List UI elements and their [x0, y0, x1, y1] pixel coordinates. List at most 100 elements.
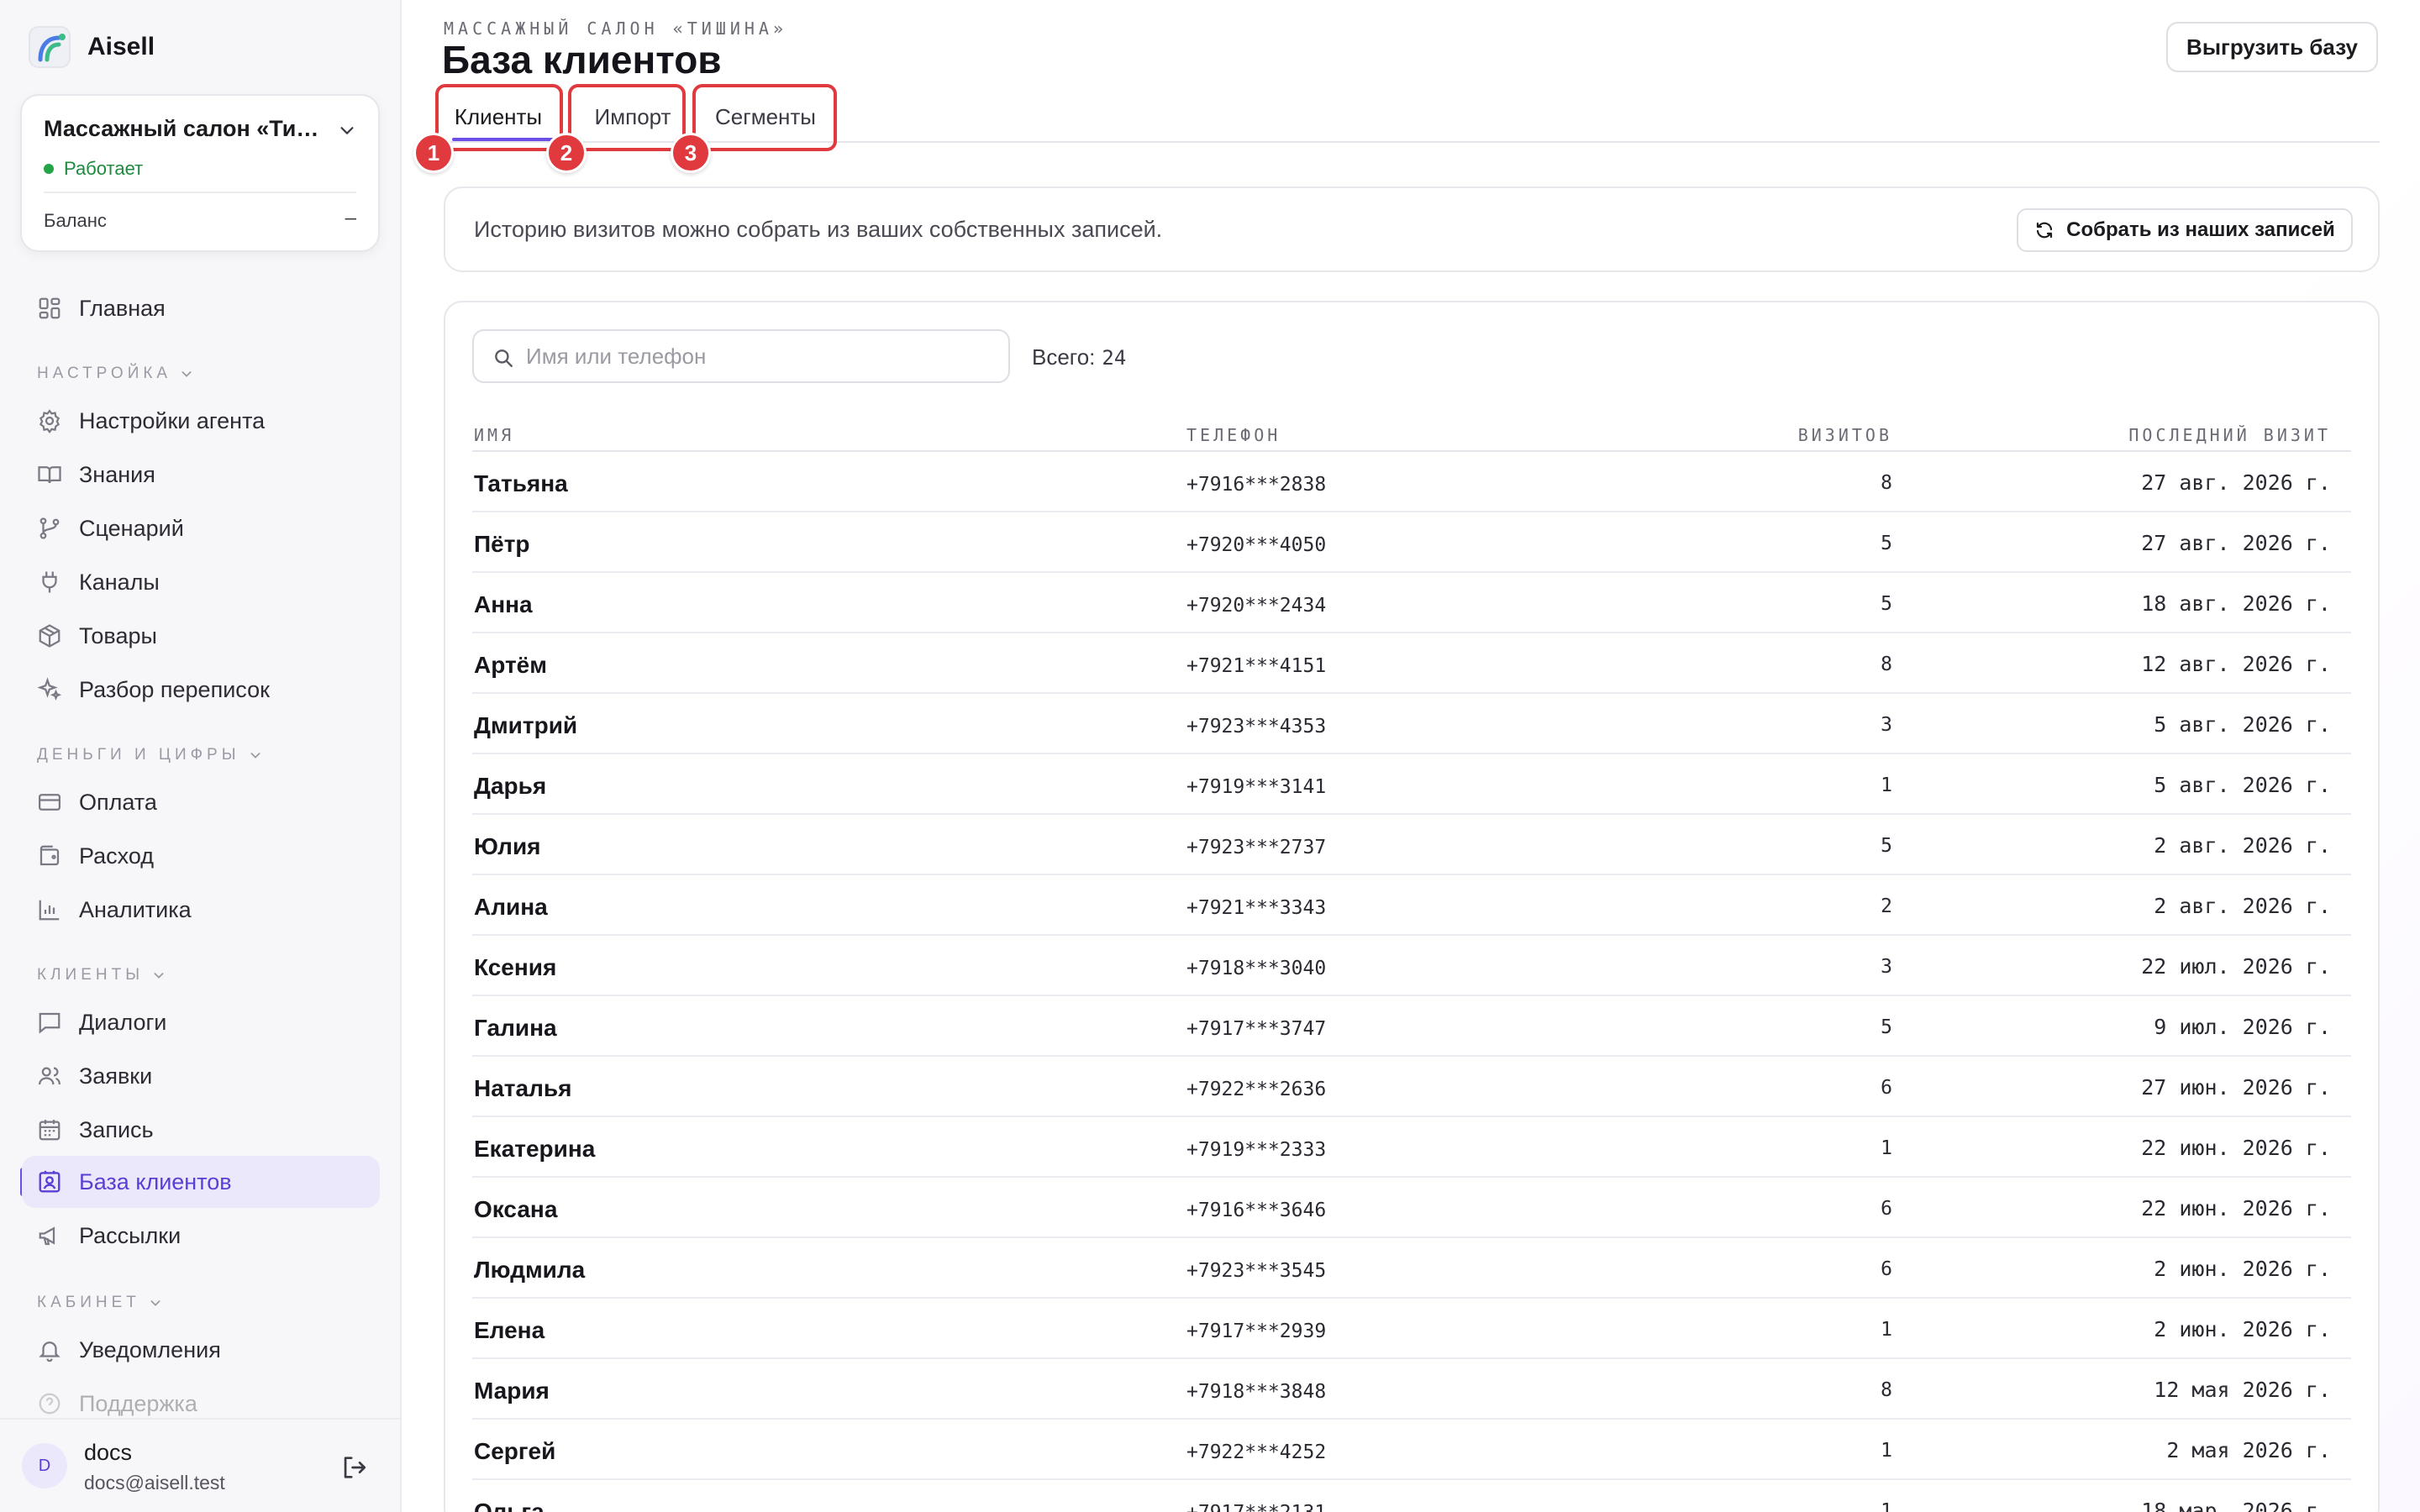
nav-section-money[interactable]: ДЕНЬГИ И ЦИФРЫ — [37, 746, 262, 764]
client-name: Елена — [474, 1317, 545, 1343]
table-row[interactable]: Анна +7920***2434 5 18 авг. 2026 г. — [472, 573, 2351, 633]
search-field[interactable] — [472, 329, 1010, 383]
client-last-visit: 27 авг. 2026 г. — [2141, 531, 2331, 555]
logout-icon[interactable] — [339, 1453, 368, 1482]
search-input[interactable] — [526, 343, 997, 370]
step-badge: 1 — [413, 133, 454, 173]
client-phone: +7919***3141 — [1186, 776, 1327, 798]
table-row[interactable]: Оксана +7916***3646 6 22 июн. 2026 г. — [472, 1178, 2351, 1238]
table-row[interactable]: Пётр +7920***4050 5 27 авг. 2026 г. — [472, 512, 2351, 573]
divider — [44, 192, 356, 193]
client-last-visit: 5 авг. 2026 г. — [2154, 712, 2331, 737]
book-open-icon — [38, 466, 61, 484]
client-phone: +7918***3040 — [1186, 958, 1327, 979]
sidebar-item-products[interactable]: Товары — [22, 610, 380, 662]
table-row[interactable]: Екатерина +7919***2333 1 22 июн. 2026 г. — [472, 1117, 2351, 1178]
users-icon — [39, 1067, 60, 1085]
clients-table-card: Всего: 24 ИМЯ ТЕЛЕФОН ВИЗИТОВ ПОСЛЕДНИЙ … — [444, 301, 2380, 1512]
wallet-icon — [39, 845, 60, 866]
client-name: Юлия — [474, 833, 541, 859]
contact-card-icon — [39, 1170, 60, 1193]
client-name: Сергей — [474, 1438, 556, 1464]
table-row[interactable]: Галина +7917***3747 5 9 июл. 2026 г. — [472, 996, 2351, 1057]
tab-highlight-marker — [568, 84, 686, 151]
table-row[interactable]: Ольга +7917***2131 1 18 мар. 2026 г. — [472, 1480, 2351, 1512]
table-row[interactable]: Юлия +7923***2737 5 2 авг. 2026 г. — [472, 815, 2351, 875]
brand[interactable]: Aisell — [29, 25, 155, 69]
nav-section-cabinet[interactable]: КАБИНЕТ — [37, 1294, 162, 1312]
client-name: Татьяна — [474, 470, 568, 496]
table-row[interactable]: Дмитрий +7923***4353 3 5 авг. 2026 г. — [472, 694, 2351, 754]
sidebar-item-requests[interactable]: Заявки — [22, 1050, 380, 1102]
client-phone: +7917***2131 — [1186, 1502, 1326, 1512]
client-last-visit: 2 авг. 2026 г. — [2154, 833, 2331, 858]
client-phone: +7921***3343 — [1186, 897, 1327, 919]
org-name: Массажный салон «Тишина» — [44, 116, 329, 141]
sidebar-item-agent-settings[interactable]: Настройки агента — [22, 395, 380, 447]
balance-label: Баланс — [44, 210, 107, 231]
table-row[interactable]: Сергей +7922***4252 1 2 мая 2026 г. — [472, 1420, 2351, 1480]
table-row[interactable]: Людмила +7923***3545 6 2 июн. 2026 г. — [472, 1238, 2351, 1299]
client-name: Алина — [474, 894, 548, 920]
client-name: Галина — [474, 1015, 557, 1041]
client-visits: 2 — [1881, 895, 1892, 917]
avatar[interactable]: D — [22, 1443, 67, 1488]
client-phone: +7918***3848 — [1186, 1381, 1327, 1403]
sidebar-item-home[interactable]: Главная — [22, 282, 380, 334]
nav-section-settings[interactable]: НАСТРОЙКА — [37, 365, 193, 383]
column-header-name[interactable]: ИМЯ — [474, 425, 514, 445]
sidebar-item-analytics[interactable]: Аналитика — [22, 884, 380, 936]
sidebar-item-scenario[interactable]: Сценарий — [22, 502, 380, 554]
client-name: Анна — [474, 591, 533, 617]
brand-logo-icon — [29, 26, 71, 68]
export-base-button[interactable]: Выгрузить базу — [2166, 22, 2378, 72]
table-row[interactable]: Артём +7921***4151 8 12 авг. 2026 г. — [472, 633, 2351, 694]
client-phone: +7922***2636 — [1186, 1079, 1327, 1100]
sidebar-item-booking[interactable]: Запись — [22, 1104, 380, 1156]
client-name: Екатерина — [474, 1136, 596, 1162]
client-last-visit: 22 июн. 2026 г. — [2141, 1136, 2331, 1160]
column-header-last-visit[interactable]: ПОСЛЕДНИЙ ВИЗИТ — [2128, 425, 2331, 445]
search-icon — [495, 349, 513, 367]
collect-records-button[interactable]: Собрать из наших записей — [2017, 208, 2353, 252]
visit-history-banner: Историю визитов можно собрать из ваших с… — [444, 186, 2380, 272]
client-visits: 6 — [1881, 1258, 1892, 1280]
nav-section-label: НАСТРОЙКА — [37, 365, 172, 382]
sidebar-item-label: Знания — [79, 461, 155, 487]
client-visits: 6 — [1881, 1198, 1892, 1220]
sidebar-item-payment[interactable]: Оплата — [22, 776, 380, 828]
nav-section-clients[interactable]: КЛИЕНТЫ — [37, 966, 166, 984]
client-phone: +7919***2333 — [1186, 1139, 1327, 1161]
sidebar-item-client-base[interactable]: База клиентов — [22, 1156, 380, 1208]
step-badge: 3 — [671, 133, 711, 173]
column-header-phone[interactable]: ТЕЛЕФОН — [1186, 425, 1281, 445]
client-last-visit: 2 июн. 2026 г. — [2154, 1257, 2331, 1281]
sidebar-item-mailings[interactable]: Рассылки — [22, 1210, 380, 1262]
sidebar-item-knowledge[interactable]: Знания — [22, 449, 380, 501]
client-last-visit: 27 июн. 2026 г. — [2141, 1075, 2331, 1100]
plug-icon — [42, 571, 57, 593]
sidebar-item-label: Заявки — [79, 1063, 153, 1089]
step-badge: 2 — [546, 133, 587, 173]
table-header: ИМЯ ТЕЛЕФОН ВИЗИТОВ ПОСЛЕДНИЙ ВИЗИТ — [472, 422, 2351, 452]
client-last-visit: 9 июл. 2026 г. — [2154, 1015, 2331, 1039]
table-row[interactable]: Елена +7917***2939 1 2 июн. 2026 г. — [472, 1299, 2351, 1359]
git-branch-icon — [39, 517, 60, 539]
megaphone-icon — [39, 1226, 55, 1246]
client-name: Ольга — [474, 1499, 544, 1512]
table-row[interactable]: Алина +7921***3343 2 2 авг. 2026 г. — [472, 875, 2351, 936]
sidebar-item-expense[interactable]: Расход — [22, 830, 380, 882]
sidebar-item-dialogs[interactable]: Диалоги — [22, 996, 380, 1048]
sidebar-item-chat-review[interactable]: Разбор переписок — [22, 664, 380, 716]
table-row[interactable]: Татьяна +7916***2838 8 27 авг. 2026 г. — [472, 452, 2351, 512]
table-row[interactable]: Дарья +7919***3141 1 5 авг. 2026 г. — [472, 754, 2351, 815]
org-switcher[interactable]: Массажный салон «Тишина» Работает Баланс… — [20, 94, 380, 252]
table-row[interactable]: Ксения +7918***3040 3 22 июл. 2026 г. — [472, 936, 2351, 996]
column-header-visits[interactable]: ВИЗИТОВ — [1798, 425, 1892, 445]
table-row[interactable]: Мария +7918***3848 8 12 мая 2026 г. — [472, 1359, 2351, 1420]
sidebar-item-channels[interactable]: Каналы — [22, 556, 380, 608]
sidebar-item-label: Запись — [79, 1116, 154, 1142]
status-dot-icon — [44, 164, 54, 174]
table-row[interactable]: Наталья +7922***2636 6 27 июн. 2026 г. — [472, 1057, 2351, 1117]
sidebar-item-notifications[interactable]: Уведомления — [22, 1324, 380, 1376]
